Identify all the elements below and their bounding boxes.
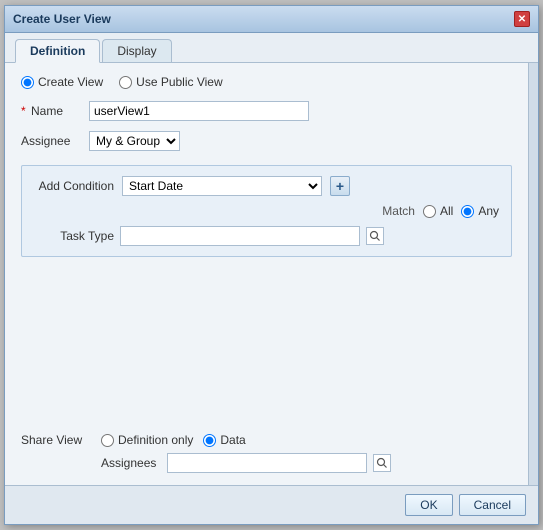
data-radio-label[interactable]: Data xyxy=(203,433,245,447)
name-input[interactable] xyxy=(89,101,309,121)
match-row: Match All Any xyxy=(34,204,499,218)
add-condition-label: Add Condition xyxy=(34,179,114,193)
add-condition-select[interactable]: Start Date End Date Task Type Priority xyxy=(122,176,322,196)
search-icon xyxy=(369,230,381,242)
share-view-row: Share View Definition only Data xyxy=(21,433,512,447)
share-view-section: Share View Definition only Data Assignee… xyxy=(21,425,512,473)
name-field-row: * Name xyxy=(21,101,512,121)
required-star: * xyxy=(21,104,26,118)
ok-button[interactable]: OK xyxy=(405,494,452,516)
definition-only-radio-label[interactable]: Definition only xyxy=(101,433,193,447)
definition-only-radio[interactable] xyxy=(101,434,114,447)
data-radio[interactable] xyxy=(203,434,216,447)
dialog-title: Create User View xyxy=(13,12,111,26)
dialog-titlebar: Create User View ✕ xyxy=(5,6,538,33)
match-any-label: Any xyxy=(478,204,499,218)
assignees-search-icon xyxy=(376,457,388,469)
data-label: Data xyxy=(220,433,245,447)
use-public-view-radio-label[interactable]: Use Public View xyxy=(119,75,222,89)
tab-definition[interactable]: Definition xyxy=(15,39,100,63)
tab-display[interactable]: Display xyxy=(102,39,171,62)
scrollbar[interactable] xyxy=(528,63,538,485)
match-label: Match xyxy=(382,204,415,218)
add-condition-button[interactable]: + xyxy=(330,176,350,196)
tab-bar: Definition Display xyxy=(5,33,538,63)
condition-section: Add Condition Start Date End Date Task T… xyxy=(21,165,512,257)
assignees-search-button[interactable] xyxy=(373,454,391,472)
create-view-label: Create View xyxy=(38,75,103,89)
add-condition-row: Add Condition Start Date End Date Task T… xyxy=(34,176,499,196)
create-user-view-dialog: Create User View ✕ Definition Display Cr… xyxy=(4,5,539,525)
task-type-row: Task Type xyxy=(34,226,499,246)
main-content-wrapper: Create View Use Public View * Name xyxy=(5,63,538,485)
use-public-view-label: Use Public View xyxy=(136,75,222,89)
name-field-label: * Name xyxy=(21,104,81,118)
assignees-input[interactable] xyxy=(167,453,367,473)
match-any-radio-label[interactable]: Any xyxy=(461,204,499,218)
task-type-search-button[interactable] xyxy=(366,227,384,245)
assignee-label: Assignee xyxy=(21,134,81,148)
cancel-button[interactable]: Cancel xyxy=(459,494,526,516)
create-view-radio-label[interactable]: Create View xyxy=(21,75,103,89)
task-type-input[interactable] xyxy=(120,226,360,246)
assignee-field-row: Assignee My & Group My Group All xyxy=(21,131,512,151)
task-type-label: Task Type xyxy=(34,229,114,243)
use-public-view-radio[interactable] xyxy=(119,76,132,89)
content-area: Create View Use Public View * Name xyxy=(5,63,528,485)
name-label-text: Name xyxy=(31,104,63,118)
close-button[interactable]: ✕ xyxy=(514,11,530,27)
assignee-select[interactable]: My & Group My Group All xyxy=(89,131,180,151)
match-all-radio-label[interactable]: All xyxy=(423,204,453,218)
spacer xyxy=(21,265,512,417)
match-all-label: All xyxy=(440,204,453,218)
definition-only-label: Definition only xyxy=(118,433,193,447)
view-type-radio-row: Create View Use Public View xyxy=(21,75,512,89)
share-view-label: Share View xyxy=(21,433,91,447)
assignees-label: Assignees xyxy=(101,456,161,470)
match-all-radio[interactable] xyxy=(423,205,436,218)
match-any-radio[interactable] xyxy=(461,205,474,218)
dialog-footer: OK Cancel xyxy=(5,485,538,524)
dialog-body: Definition Display Create View Use Publi… xyxy=(5,33,538,524)
create-view-radio[interactable] xyxy=(21,76,34,89)
assignees-row: Assignees xyxy=(101,453,512,473)
